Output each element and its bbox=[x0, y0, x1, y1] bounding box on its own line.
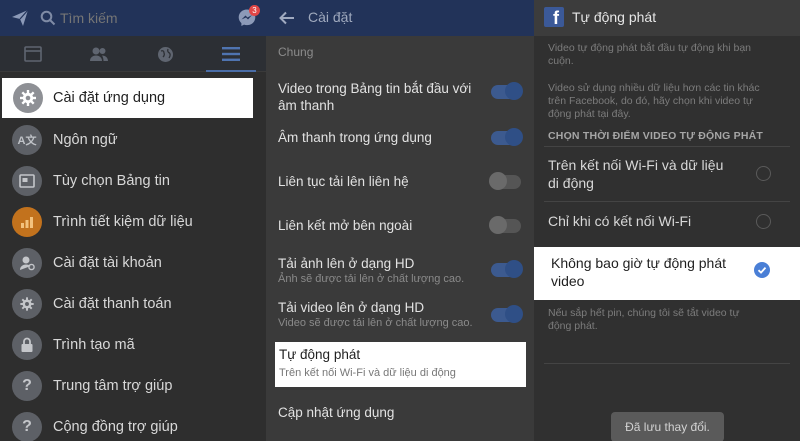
setting-title: Tải video lên ở dạng HD bbox=[278, 300, 425, 315]
search-icon bbox=[40, 10, 56, 31]
panel-settings: Cài đặt Chung Video trong Bảng tin bắt đ… bbox=[266, 0, 534, 441]
data-saver-icon bbox=[12, 206, 42, 237]
send-icon[interactable] bbox=[10, 8, 30, 33]
option-label: Chỉ khi có kết nối Wi-Fi bbox=[548, 213, 692, 229]
description-line: động phát tại đây. bbox=[548, 108, 631, 120]
menu-item-label: Tùy chọn Bảng tin bbox=[53, 172, 170, 189]
menu-item-account-settings[interactable]: Cài đặt tài khoản bbox=[0, 242, 266, 283]
setting-title-line2: âm thanh bbox=[278, 98, 335, 113]
setting-title: Liên kết mở bên ngoài bbox=[278, 218, 413, 233]
divider bbox=[544, 363, 790, 364]
note-line: Nếu sắp hết pin, chúng tôi sẽ tắt video … bbox=[548, 307, 740, 319]
hamburger-icon bbox=[222, 47, 240, 61]
help-icon: ? bbox=[12, 370, 42, 401]
tab-news-feed[interactable] bbox=[0, 36, 66, 72]
help-community-icon: ? bbox=[12, 411, 42, 441]
setting-app-update[interactable]: Cập nhật ứng dụng bbox=[278, 404, 394, 421]
menu-item-label: Trung tâm trợ giúp bbox=[53, 377, 173, 394]
option-label: Không bao giờ tự động phát bbox=[551, 255, 727, 271]
top-bar: 3 bbox=[0, 0, 266, 36]
radio-button[interactable] bbox=[756, 166, 771, 181]
tab-bar bbox=[0, 36, 266, 72]
option-never-autoplay[interactable]: Không bao giờ tự động phát video bbox=[534, 247, 800, 300]
toggle-switch[interactable] bbox=[489, 172, 521, 190]
toggle-switch[interactable] bbox=[491, 305, 523, 323]
option-label: Trên kết nối Wi-Fi và dữ liệu bbox=[548, 157, 724, 173]
page-title: Tự động phát bbox=[572, 9, 657, 25]
description-line: trên Facebook, do đó, hãy chọn khi video… bbox=[548, 95, 753, 107]
back-arrow-icon[interactable] bbox=[278, 9, 296, 32]
toggle-switch[interactable] bbox=[491, 82, 523, 100]
top-bar: f Tự động phát bbox=[534, 0, 800, 36]
menu-item-help-center[interactable]: ? Trung tâm trợ giúp bbox=[0, 365, 266, 406]
friends-icon bbox=[90, 47, 108, 61]
toggle-switch[interactable] bbox=[489, 216, 521, 234]
menu-item-label: Cộng đồng trợ giúp bbox=[53, 418, 178, 435]
language-icon: A文 bbox=[12, 124, 42, 155]
news-feed-icon bbox=[24, 46, 42, 62]
menu-item-label: Cài đặt tài khoản bbox=[53, 254, 162, 271]
divider bbox=[544, 146, 790, 147]
tab-friends[interactable] bbox=[66, 36, 132, 72]
top-bar: Cài đặt bbox=[266, 0, 534, 36]
menu-item-label: Cài đặt ứng dụng bbox=[53, 90, 166, 106]
globe-icon bbox=[157, 46, 173, 62]
menu-item-app-settings[interactable]: Cài đặt ứng dụng bbox=[2, 78, 253, 118]
description-line: Video tự động phát bắt đầu tự động khi b… bbox=[548, 42, 752, 54]
setting-autoplay[interactable]: Tự động phát Trên kết nối Wi-Fi và dữ li… bbox=[275, 342, 526, 387]
setting-subtitle: Video sẽ được tải lên ở chất lượng cao. bbox=[278, 317, 473, 329]
lock-icon bbox=[12, 329, 42, 360]
radio-button[interactable] bbox=[756, 214, 771, 229]
section-header: CHỌN THỜI ĐIỂM VIDEO TỰ ĐỘNG PHÁT bbox=[548, 130, 764, 142]
menu-item-payment-settings[interactable]: Cài đặt thanh toán bbox=[0, 283, 266, 324]
search-input[interactable] bbox=[60, 8, 220, 28]
setting-title: Liên tục tải lên liên hệ bbox=[278, 174, 409, 189]
checkmark-icon[interactable] bbox=[754, 262, 770, 278]
gear-icon bbox=[13, 83, 43, 113]
setting-subtitle: Trên kết nối Wi-Fi và dữ liệu di động bbox=[279, 367, 456, 379]
setting-title: Tự động phát bbox=[279, 347, 361, 362]
feed-icon bbox=[12, 165, 42, 196]
setting-subtitle: Ảnh sẽ được tải lên ở chất lượng cao. bbox=[278, 273, 465, 285]
tab-globe[interactable] bbox=[132, 36, 198, 72]
panel-autoplay: f Tự động phát Video tự động phát bắt đầ… bbox=[534, 0, 800, 441]
option-label-line2: di động bbox=[548, 175, 594, 191]
notification-badge: 3 bbox=[249, 5, 260, 16]
setting-title: Video trong Bảng tin bắt đầu với bbox=[278, 81, 472, 96]
toggle-switch[interactable] bbox=[491, 260, 523, 278]
menu-item-help-community[interactable]: ? Cộng đồng trợ giúp bbox=[0, 406, 266, 441]
page-title: Cài đặt bbox=[308, 9, 353, 25]
menu-item-code-generator[interactable]: Trình tạo mã bbox=[0, 324, 266, 365]
account-icon bbox=[12, 247, 42, 278]
divider bbox=[544, 201, 790, 202]
menu-item-feed-preferences[interactable]: Tùy chọn Bảng tin bbox=[0, 160, 266, 201]
setting-title: Tải ảnh lên ở dạng HD bbox=[278, 256, 415, 271]
note-line: động phát. bbox=[548, 320, 598, 332]
panel-menu: 3 Cài đặt ứng dụng A文 Ngôn ng bbox=[0, 0, 266, 441]
section-header: Chung bbox=[278, 45, 314, 59]
menu-item-label: Trình tạo mã bbox=[53, 336, 135, 353]
description-line: Video sử dụng nhiều dữ liệu hơn các tin … bbox=[548, 82, 760, 94]
menu-item-label: Ngôn ngữ bbox=[53, 131, 118, 148]
saved-toast: Đã lưu thay đổi. bbox=[611, 412, 724, 441]
menu-item-label: Cài đặt thanh toán bbox=[53, 295, 172, 312]
setting-title: Âm thanh trong ứng dụng bbox=[278, 130, 432, 145]
option-label-line2: video bbox=[551, 273, 585, 289]
tab-menu[interactable] bbox=[198, 36, 264, 72]
description-line: cuộn. bbox=[548, 55, 574, 67]
toggle-switch[interactable] bbox=[491, 128, 523, 146]
menu-item-language[interactable]: A文 Ngôn ngữ bbox=[0, 119, 266, 160]
facebook-logo-icon: f bbox=[544, 7, 564, 27]
menu-item-data-saver[interactable]: Trình tiết kiệm dữ liệu bbox=[0, 201, 266, 242]
payment-gear-icon bbox=[12, 288, 42, 319]
menu-item-label: Trình tiết kiệm dữ liệu bbox=[53, 213, 193, 230]
